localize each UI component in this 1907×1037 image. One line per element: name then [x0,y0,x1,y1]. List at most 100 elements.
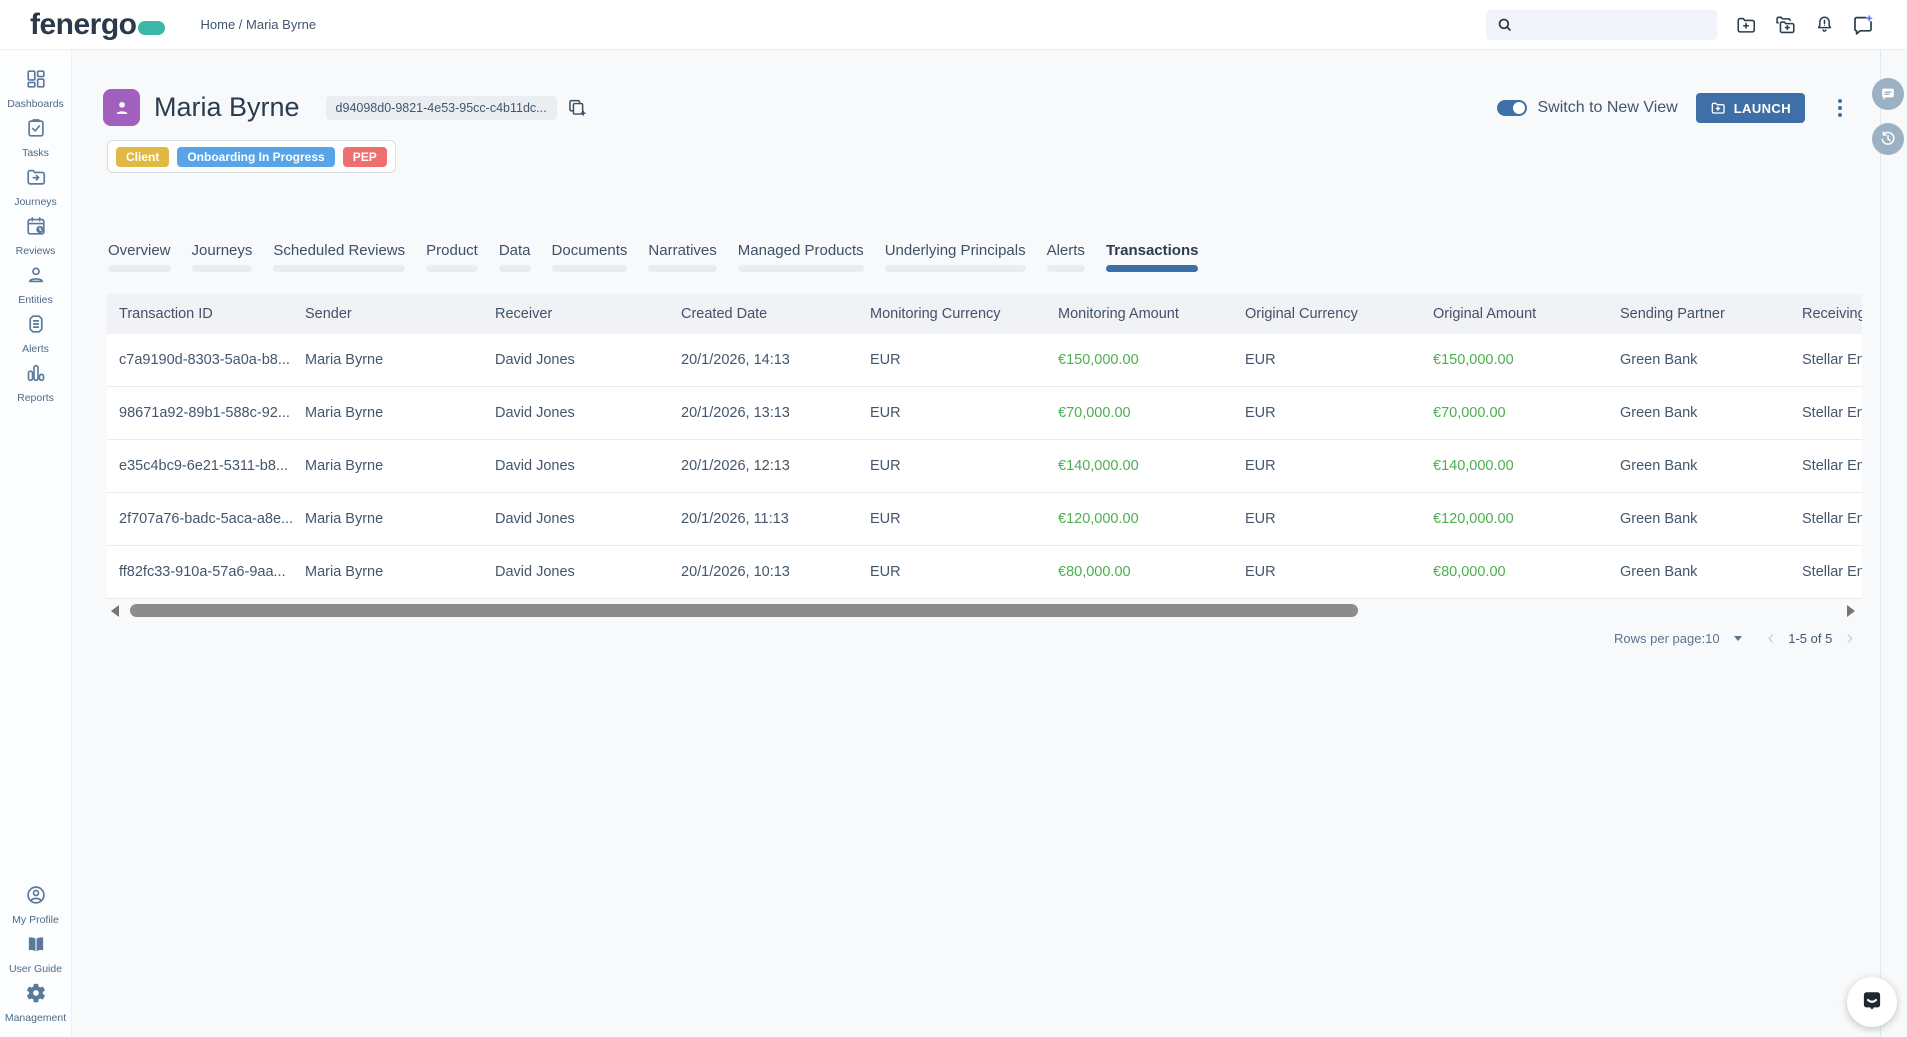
messenger-button[interactable] [1847,977,1897,1027]
global-search[interactable] [1486,10,1717,40]
table-row[interactable]: c7a9190d-8303-5a0a-b8...Maria ByrneDavid… [107,334,1862,387]
column-header[interactable]: Original Currency [1233,306,1421,322]
tab-documents[interactable]: Documents [552,242,628,272]
tasks-icon [25,117,47,144]
table-cell: Stellar En [1790,405,1862,421]
page-range-label: 1-5 of 5 [1788,631,1832,646]
alerts-icon [25,313,47,340]
table-row[interactable]: 98671a92-89b1-588c-92...Maria ByrneDavid… [107,387,1862,440]
tab-alerts[interactable]: Alerts [1047,242,1085,272]
tab-managed-products[interactable]: Managed Products [738,242,864,272]
column-header[interactable]: Sending Partner [1608,306,1790,322]
table-cell: €150,000.00 [1046,352,1233,368]
transactions-table: Transaction IDSenderReceiverCreated Date… [107,294,1862,599]
history-float-button[interactable] [1872,123,1904,155]
column-header[interactable]: Receiver [483,306,669,322]
sidebar-item-management[interactable]: Management [0,978,71,1027]
column-header[interactable]: Transaction ID [107,306,293,322]
sidebar-item-user-guide[interactable]: User Guide [0,929,71,978]
table-cell: EUR [858,458,1046,474]
table-cell: €150,000.00 [1421,352,1608,368]
tab-data[interactable]: Data [499,242,531,272]
folder-plus-icon[interactable] [1734,13,1758,37]
next-page-chevron-icon[interactable]: › [1844,628,1855,648]
table-cell: EUR [1233,511,1421,527]
ai-chat-icon[interactable] [1851,13,1875,37]
sidebar-item-alerts[interactable]: Alerts [0,309,71,358]
switch-view-toggle[interactable] [1497,100,1527,116]
table-cell: Maria Byrne [293,352,483,368]
app-logo[interactable]: fenergo [30,8,165,42]
table-cell: €120,000.00 [1421,511,1608,527]
table-cell: EUR [858,405,1046,421]
sidebar-item-journeys[interactable]: Journeys [0,162,71,211]
breadcrumb[interactable]: Home / Maria Byrne [201,17,317,32]
table-cell: 20/1/2026, 14:13 [669,352,858,368]
history-icon [1878,129,1898,149]
rows-per-page-select[interactable]: Rows per page:10 [1614,631,1742,646]
table-row[interactable]: 2f707a76-badc-5aca-a8e...Maria ByrneDavi… [107,493,1862,546]
notifications-bell-icon[interactable] [1812,13,1836,37]
search-icon [1496,16,1514,34]
sidebar-item-entities[interactable]: Entities [0,260,71,309]
sidebar-top: Dashboards Tasks Journeys Reviews Entiti… [0,64,71,407]
table-cell: €70,000.00 [1046,405,1233,421]
table-cell: Green Bank [1608,458,1790,474]
tab-narratives[interactable]: Narratives [648,242,716,272]
sidebar-item-tasks[interactable]: Tasks [0,113,71,162]
table-cell: EUR [1233,564,1421,580]
column-header[interactable]: Monitoring Amount [1046,306,1233,322]
tab-underlying-principals[interactable]: Underlying Principals [885,242,1026,272]
table-cell: €140,000.00 [1046,458,1233,474]
profile-icon [25,884,47,911]
column-header[interactable]: Created Date [669,306,858,322]
comments-icon [1878,84,1898,104]
scroll-right-arrow-icon[interactable] [1847,605,1855,617]
tab-product[interactable]: Product [426,242,478,272]
launch-label: LAUNCH [1734,101,1791,116]
table-cell: 20/1/2026, 13:13 [669,405,858,421]
folders-plus-icon[interactable] [1773,13,1797,37]
table-cell: Maria Byrne [293,511,483,527]
entity-id-chip: d94098d0-9821-4e53-95cc-c4b11dc... [326,96,557,120]
right-panel-divider [1880,50,1881,1037]
column-header[interactable]: Monitoring Currency [858,306,1046,322]
tab-overview[interactable]: Overview [108,242,171,272]
status-badge: Onboarding In Progress [177,147,334,167]
status-badge: Client [116,147,169,167]
table-row[interactable]: ff82fc33-910a-57a6-9aa...Maria ByrneDavi… [107,546,1862,599]
column-header[interactable]: Original Amount [1421,306,1608,322]
table-cell: Maria Byrne [293,564,483,580]
reviews-icon [25,215,47,242]
table-header-row: Transaction IDSenderReceiverCreated Date… [107,294,1862,334]
journeys-icon [25,166,47,193]
table-cell: Stellar En [1790,564,1862,580]
tab-scheduled-reviews[interactable]: Scheduled Reviews [273,242,405,272]
person-icon [112,98,132,118]
pagination: Rows per page:10 ‹ 1-5 of 5 › [107,628,1855,648]
column-header[interactable]: Sender [293,306,483,322]
tab-journeys[interactable]: Journeys [192,242,253,272]
table-cell: David Jones [483,405,669,421]
copy-icon[interactable] [566,97,588,119]
sidebar-item-dashboards[interactable]: Dashboards [0,64,71,113]
table-cell: 20/1/2026, 10:13 [669,564,858,580]
launch-button[interactable]: LAUNCH [1696,93,1805,123]
table-row[interactable]: e35c4bc9-6e21-5311-b8...Maria ByrneDavid… [107,440,1862,493]
table-cell: 2f707a76-badc-5aca-a8e... [107,511,293,527]
previous-page-chevron-icon[interactable]: ‹ [1766,628,1777,648]
comments-float-button[interactable] [1872,78,1904,110]
scroll-left-arrow-icon[interactable] [111,605,119,617]
more-options-kebab-icon[interactable] [1832,97,1848,119]
search-input[interactable] [1522,17,1702,32]
caret-down-icon [1734,636,1742,641]
table-cell: EUR [858,511,1046,527]
sidebar-item-my-profile[interactable]: My Profile [0,880,71,929]
sidebar-item-reviews[interactable]: Reviews [0,211,71,260]
column-header[interactable]: Receiving [1790,306,1862,322]
scrollbar-thumb[interactable] [130,604,1358,617]
tab-transactions[interactable]: Transactions [1106,242,1199,272]
sidebar-item-reports[interactable]: Reports [0,358,71,407]
book-icon [25,933,47,960]
table-body: c7a9190d-8303-5a0a-b8...Maria ByrneDavid… [107,334,1862,599]
